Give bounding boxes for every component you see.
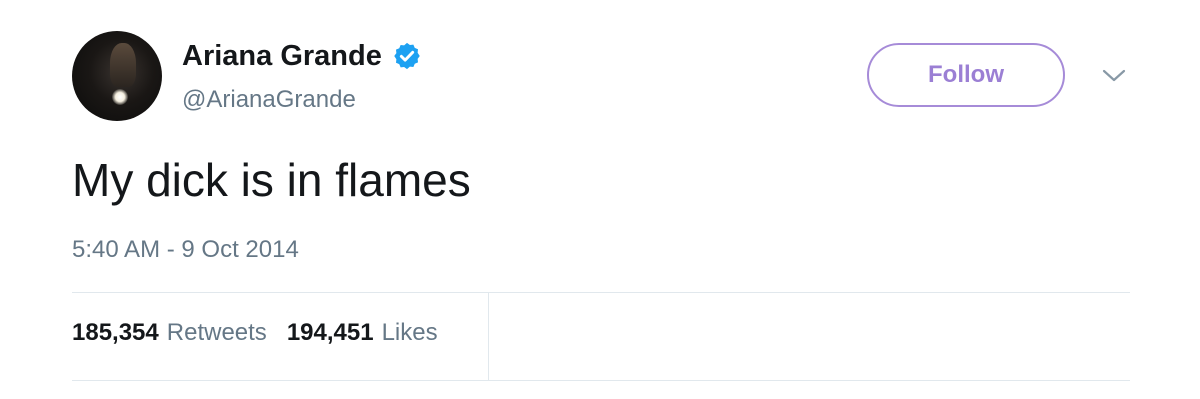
tweet-timestamp[interactable]: 5:40 AM - 9 Oct 2014 [72, 236, 299, 264]
profile-avatar[interactable] [72, 31, 162, 121]
author-handle[interactable]: @ArianaGrande [182, 86, 356, 114]
author-display-name[interactable]: Ariana Grande [182, 40, 382, 73]
likes-stat[interactable]: 194,451 Likes [287, 319, 438, 347]
follow-button[interactable]: Follow [867, 43, 1065, 107]
avatar-light [112, 89, 128, 105]
tweet-text: My dick is in flames [72, 154, 471, 206]
likes-label: Likes [381, 319, 438, 346]
author-name-row: Ariana Grande [182, 38, 422, 74]
retweets-stat[interactable]: 185,354 Retweets [72, 319, 267, 347]
divider [72, 292, 1130, 293]
stats-separator [488, 293, 489, 380]
retweets-label: Retweets [166, 319, 267, 346]
tweet-stats: 185,354 Retweets 194,451 Likes [72, 319, 438, 347]
chevron-down-icon[interactable] [1100, 66, 1128, 86]
divider [72, 380, 1130, 381]
avatar-figure [110, 43, 136, 87]
likes-count: 194,451 [286, 319, 374, 346]
verified-badge-icon [392, 41, 422, 71]
retweets-count: 185,354 [72, 319, 159, 346]
